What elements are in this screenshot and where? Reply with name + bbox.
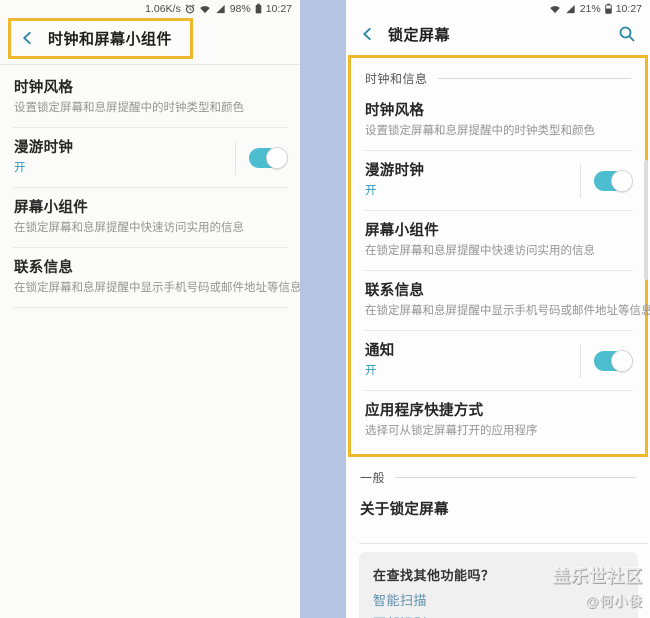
section-clock-and-info: 时钟和信息 xyxy=(351,58,645,89)
divider xyxy=(13,307,288,308)
row-subtitle: 在锁定屏幕和息屏提醒中快速访问实用的信息 xyxy=(365,245,595,257)
highlighted-settings-group: 时钟和信息 时钟风格 设置锁定屏幕和息屏提醒中的时钟类型和颜色 漫游时钟 开 屏… xyxy=(348,55,650,457)
battery-percent: 98% xyxy=(229,2,251,15)
row-about-lock-screen[interactable]: 关于锁定屏幕 xyxy=(346,488,650,537)
row-state: 开 xyxy=(14,162,26,174)
row-subtitle: 选择可从锁定屏幕打开的应用程序 xyxy=(365,425,538,437)
row-screen-widgets[interactable]: 屏幕小组件 在锁定屏幕和息屏提醒中快速访问实用的信息 xyxy=(0,188,300,247)
row-subtitle: 在锁定屏幕和息屏提醒中快速访问实用的信息 xyxy=(14,222,244,234)
battery-icon xyxy=(255,3,262,14)
row-screen-widgets[interactable]: 屏幕小组件 在锁定屏幕和息屏提醒中快速访问实用的信息 xyxy=(351,211,645,270)
screenshot-canvas: 1.06K/s 98% 10:27 时钟和屏幕小组件 时钟风格 设置锁定屏幕和息… xyxy=(0,0,650,618)
row-clock-style[interactable]: 时钟风格 设置锁定屏幕和息屏提醒中的时钟类型和颜色 xyxy=(0,65,300,127)
search-icon[interactable] xyxy=(618,25,636,43)
row-contact-info[interactable]: 联系信息 在锁定屏幕和息屏提醒中显示手机号码或邮件地址等信息 xyxy=(351,271,650,330)
toggle-knob xyxy=(266,146,288,169)
row-title: 应用程序快捷方式 xyxy=(365,403,484,419)
wifi-icon xyxy=(199,4,211,14)
divider xyxy=(359,543,648,544)
page-title: 时钟和屏幕小组件 xyxy=(48,30,173,48)
toggle-knob xyxy=(611,169,633,192)
row-title: 屏幕小组件 xyxy=(14,200,88,216)
row-title: 通知 xyxy=(365,343,395,359)
divider xyxy=(235,140,236,175)
signal-icon xyxy=(565,4,576,14)
section-label: 时钟和信息 xyxy=(365,72,428,86)
row-contact-info[interactable]: 联系信息 在锁定屏幕和息屏提醒中显示手机号码或邮件地址等信息 xyxy=(0,248,300,307)
battery-icon xyxy=(604,3,612,14)
row-title: 屏幕小组件 xyxy=(365,223,439,239)
divider xyxy=(580,163,581,198)
row-subtitle: 在锁定屏幕和息屏提醒中显示手机号码或邮件地址等信息 xyxy=(14,282,300,294)
notifications-toggle[interactable] xyxy=(594,349,633,372)
left-screen-clock-widgets: 1.06K/s 98% 10:27 时钟和屏幕小组件 时钟风格 设置锁定屏幕和息… xyxy=(0,0,300,618)
page-title: 锁定屏幕 xyxy=(388,26,451,44)
link-intelligent-scan[interactable]: 智能扫描 xyxy=(373,594,624,607)
row-subtitle: 设置锁定屏幕和息屏提醒中的时钟类型和颜色 xyxy=(365,125,595,137)
status-time: 10:27 xyxy=(265,2,292,15)
right-app-bar: 锁定屏幕 xyxy=(346,15,650,55)
row-title: 联系信息 xyxy=(365,283,425,299)
signal-icon xyxy=(215,4,226,14)
row-notifications[interactable]: 通知 开 xyxy=(351,331,645,390)
section-label: 一般 xyxy=(360,471,386,485)
row-title: 关于锁定屏幕 xyxy=(360,502,449,518)
row-title: 漫游时钟 xyxy=(14,140,74,156)
row-subtitle: 设置锁定屏幕和息屏提醒中的时钟类型和颜色 xyxy=(14,102,244,114)
row-title: 时钟风格 xyxy=(365,103,425,119)
divider xyxy=(395,477,636,478)
divider xyxy=(580,343,581,378)
row-title: 漫游时钟 xyxy=(365,163,425,179)
highlighted-title-box: 时钟和屏幕小组件 xyxy=(8,17,194,59)
roaming-clock-toggle[interactable] xyxy=(249,146,288,169)
row-state: 开 xyxy=(365,365,377,377)
row-subtitle: 在锁定屏幕和息屏提醒中显示手机号码或邮件地址等信息 xyxy=(365,305,650,317)
back-icon[interactable] xyxy=(360,26,375,42)
left-app-bar: 时钟和屏幕小组件 xyxy=(0,15,300,61)
right-screen-lock-screen: 21% 10:27 锁定屏幕 时钟和信息 时钟风格 设置锁定屏幕和息屏提醒中的时… xyxy=(346,0,650,618)
row-roaming-clock[interactable]: 漫游时钟 开 xyxy=(0,128,300,187)
row-title: 时钟风格 xyxy=(14,80,74,96)
scrollbar[interactable] xyxy=(644,160,648,280)
row-clock-style[interactable]: 时钟风格 设置锁定屏幕和息屏提醒中的时钟类型和颜色 xyxy=(351,89,645,150)
battery-percent: 21% xyxy=(579,2,601,15)
right-status-bar: 21% 10:27 xyxy=(346,0,650,15)
divider xyxy=(437,78,631,79)
alarm-icon xyxy=(185,3,195,14)
toggle-knob xyxy=(611,349,633,372)
wifi-icon xyxy=(549,4,561,14)
row-app-shortcuts[interactable]: 应用程序快捷方式 选择可从锁定屏幕打开的应用程序 xyxy=(351,391,645,454)
row-roaming-clock[interactable]: 漫游时钟 开 xyxy=(351,151,645,210)
panel-gap-strip xyxy=(300,0,346,618)
section-general: 一般 xyxy=(346,457,650,488)
other-features-card: 在查找其他功能吗？ 智能扫描 面部识别 虹膜扫描仪 指纹扫描仪 xyxy=(359,552,638,618)
network-speed: 1.06K/s xyxy=(145,2,181,15)
roaming-clock-toggle[interactable] xyxy=(594,169,633,192)
left-status-bar: 1.06K/s 98% 10:27 xyxy=(0,0,300,15)
status-time: 10:27 xyxy=(615,2,642,15)
row-state: 开 xyxy=(365,185,377,197)
row-title: 联系信息 xyxy=(14,260,74,276)
back-icon[interactable] xyxy=(20,30,35,46)
card-heading: 在查找其他功能吗？ xyxy=(373,568,495,583)
